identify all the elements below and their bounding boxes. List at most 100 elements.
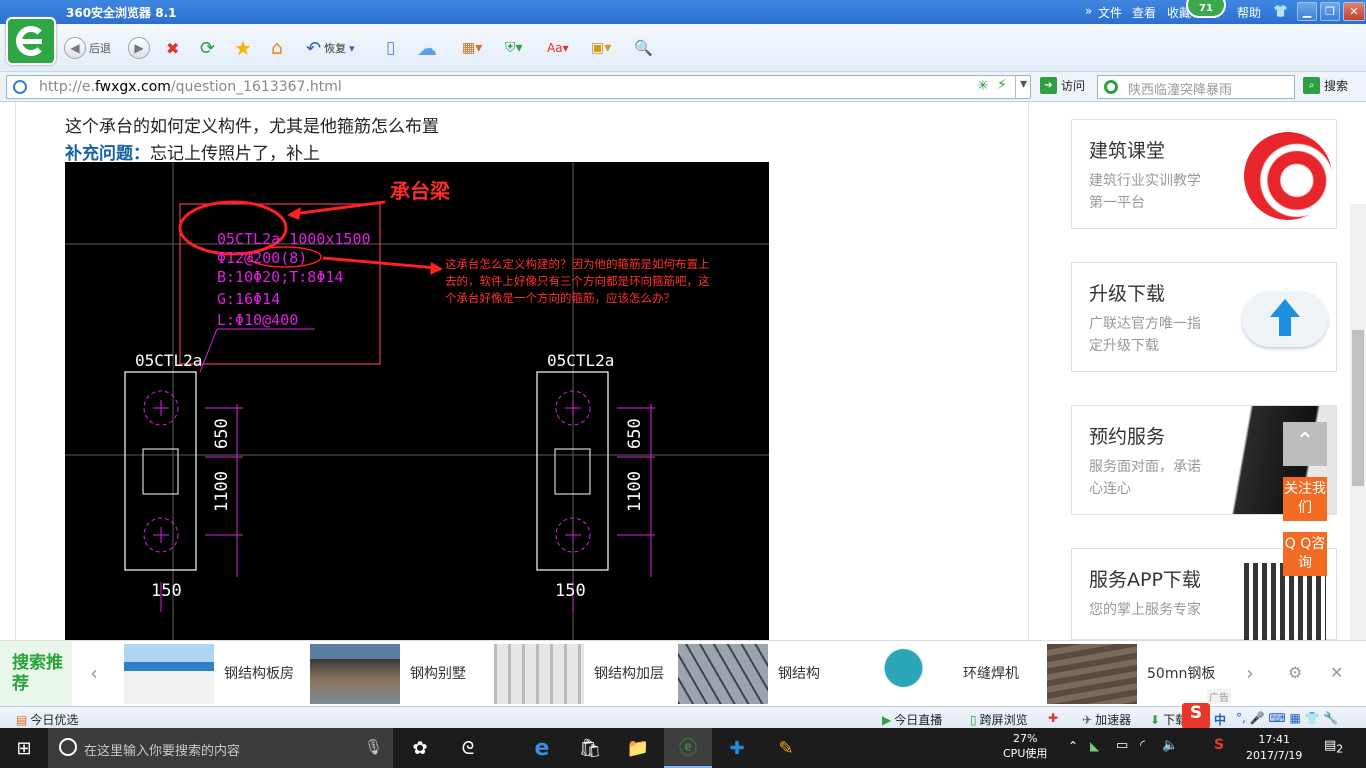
cpu-usage[interactable]: 27% CPU使用 (1003, 731, 1047, 761)
settings-gear-icon[interactable]: ⚙ (1288, 663, 1302, 682)
ad-item[interactable]: 50mn钢板 (1047, 643, 1229, 705)
dim-650-left: 650 (212, 418, 232, 449)
notes-icon[interactable]: ✎ (762, 728, 810, 768)
card-title: 服务APP下载 (1089, 569, 1201, 591)
rescue-icon[interactable]: ✚ (1048, 711, 1058, 725)
app-icon-cross[interactable]: ✚ (713, 728, 761, 768)
windows-taskbar: ⊞ 在这里输入你要搜索的内容 🎙 ✿ ᘓ e 🛍 📁 ⓔ ✚ ✎ 27% CPU使… (0, 728, 1366, 768)
supplement-label: 补充问题： (65, 144, 150, 164)
translate-icon[interactable]: Aa▾ (547, 36, 569, 60)
search-icon: ⌕ (1303, 77, 1320, 94)
tray-wifi-icon[interactable]: ◜ (1140, 738, 1145, 753)
gift-icon: ▤ (16, 712, 28, 727)
card-building-class[interactable]: 建筑课堂 建筑行业实训教学第一平台 (1071, 119, 1337, 229)
menu-help[interactable]: 帮助 (1237, 4, 1261, 21)
ad-image (310, 644, 400, 704)
back-to-top-icon[interactable]: ⌃ (1283, 422, 1327, 466)
speed-mode-icon[interactable]: ⚡ (997, 77, 1007, 93)
note-line-3: 个承台好像是一个方向的箍筋，应该怎么办？ (445, 291, 675, 305)
ad-item[interactable]: 钢构别墅 (310, 643, 492, 705)
home-icon[interactable]: ⌂ (271, 36, 283, 60)
arrow-head (287, 207, 301, 220)
card-title: 升级下载 (1089, 283, 1166, 305)
menu-file[interactable]: 文件 (1098, 4, 1122, 21)
search-input[interactable]: 陕西临潼突降暴雨 (1097, 75, 1295, 99)
card-desc: 您的掌上服务专家 (1089, 602, 1201, 618)
recommend-label: 搜索推荐 (0, 641, 72, 707)
next-arrow-icon[interactable]: › (1246, 661, 1254, 685)
window-title: 360安全浏览器 8.1 (66, 6, 177, 20)
today-live-button[interactable]: ▶ 今日直播 (882, 711, 942, 728)
shield-icon[interactable]: ⛨▾ (505, 36, 523, 60)
ad-image (863, 644, 953, 704)
phone-icon[interactable]: ▯ (386, 36, 395, 60)
chevron-down-icon: ▾ (349, 41, 355, 55)
forward-button[interactable]: ▶ (128, 36, 150, 60)
dim-150-left: 150 (151, 581, 182, 601)
ad-item[interactable]: 钢结构加层 (494, 643, 676, 705)
taskbar-search-input[interactable]: 在这里输入你要搜索的内容 🎙 (48, 728, 393, 768)
zoom-icon[interactable]: 🔍 (634, 36, 653, 60)
search-button[interactable]: ⌕ 搜索 (1303, 77, 1348, 94)
restore-button[interactable]: ↶ 恢复 ▾ (306, 36, 355, 60)
dim-650-right: 650 (625, 418, 645, 449)
apps-icon[interactable]: ▦▾ (462, 36, 482, 60)
ad-item[interactable]: 钢结构 (678, 643, 860, 705)
stop-icon[interactable]: ✖ (166, 36, 179, 60)
cloud-icon[interactable]: ☁ (417, 36, 437, 60)
follow-us-button[interactable]: 关注我们 (1283, 477, 1327, 521)
cross-screen-button[interactable]: ▯ 跨屏浏览 (970, 711, 1028, 728)
windows-start-icon[interactable]: ⊞ (0, 728, 48, 768)
tray-battery-icon[interactable]: ▭ (1116, 738, 1128, 753)
search-engine-icon (1104, 80, 1118, 94)
microphone-icon: 🎙 (364, 738, 384, 756)
screenshot-icon[interactable]: ▣▾ (591, 36, 611, 60)
app-icon-pinwheel[interactable]: ✿ (396, 728, 444, 768)
card-desc: 广联达官方唯一指定升级下载 (1089, 316, 1201, 354)
scrollbar-thumb[interactable] (1352, 330, 1364, 486)
ime-mode[interactable]: 中 (1214, 711, 1226, 728)
minimize-button[interactable]: ▁ (1297, 2, 1317, 21)
today-pick-button[interactable]: ▤ 今日优选 (16, 711, 78, 728)
refresh-icon[interactable]: ⟳ (200, 36, 215, 60)
clock[interactable]: 17:41 2017/7/19 (1246, 732, 1302, 764)
play-icon: ▶ (882, 712, 892, 727)
action-center-icon[interactable]: ▤2 (1324, 738, 1343, 756)
ad-item[interactable]: 环缝焊机 (863, 643, 1045, 705)
app-icon-spiral[interactable]: ᘓ (444, 728, 492, 768)
visit-button[interactable]: ➔ 访问 (1040, 77, 1085, 94)
notification-badge[interactable]: 71 (1186, 0, 1226, 18)
tray-expand-icon[interactable]: ⌃ (1068, 739, 1078, 753)
page-content: 这个承台的如何定义构件，尤其是他箍筋怎么布置 补充问题：忘记上传照片了，补上 承… (0, 102, 1366, 742)
prev-arrow-icon[interactable]: ‹ (90, 661, 98, 685)
maximize-button[interactable]: ❐ (1320, 2, 1340, 21)
accelerator-button[interactable]: ✈ 加速器 (1082, 711, 1131, 728)
chevron-icon[interactable]: » (1085, 4, 1092, 18)
cad-drawing-image[interactable]: 承台梁 05CTL2a 1000x1500 Φ12@200(8) B:10Φ20… (65, 162, 769, 640)
undo-icon: ↶ (306, 37, 322, 59)
ad-item[interactable]: 钢结构板房 (124, 643, 306, 705)
url-input[interactable]: http://e.fwxgx.com/question_1613367.html… (6, 75, 1031, 99)
browser-360-icon[interactable]: ⓔ (664, 728, 712, 768)
tray-volume-icon[interactable]: 🔈 (1162, 738, 1178, 753)
side-bars-label: G:16Φ14 (217, 290, 280, 308)
reload-icon[interactable]: ✳ (977, 78, 989, 94)
tray-nvidia-icon[interactable]: ◣ (1090, 739, 1099, 753)
sogou-ime-icon[interactable]: S (1182, 703, 1210, 729)
skin-icon[interactable]: 👕 (1273, 4, 1288, 18)
store-icon[interactable]: 🛍 (566, 728, 614, 768)
url-dropdown-icon[interactable]: ▾ (1015, 76, 1031, 98)
menu-view[interactable]: 查看 (1132, 4, 1156, 21)
browser-logo-icon[interactable] (6, 17, 56, 65)
edge-icon[interactable]: e (518, 728, 566, 768)
cortana-icon (59, 738, 77, 756)
back-button[interactable]: ◀ 后退 (64, 36, 111, 60)
favorite-star-icon[interactable]: ★ (234, 36, 252, 60)
card-upgrade-download[interactable]: 升级下载 广联达官方唯一指定升级下载 (1071, 262, 1337, 372)
qq-consult-button[interactable]: Q Q咨询 (1283, 532, 1327, 576)
close-button[interactable]: ✕ (1343, 2, 1365, 21)
tray-sogou-icon[interactable]: S (1214, 737, 1224, 753)
file-explorer-icon[interactable]: 📁 (614, 728, 662, 768)
close-ad-icon[interactable]: ✕ (1330, 663, 1343, 682)
ime-toolbar-icons[interactable]: °, 🎤 ⌨ ▦ 👕 🔧 (1236, 711, 1338, 725)
